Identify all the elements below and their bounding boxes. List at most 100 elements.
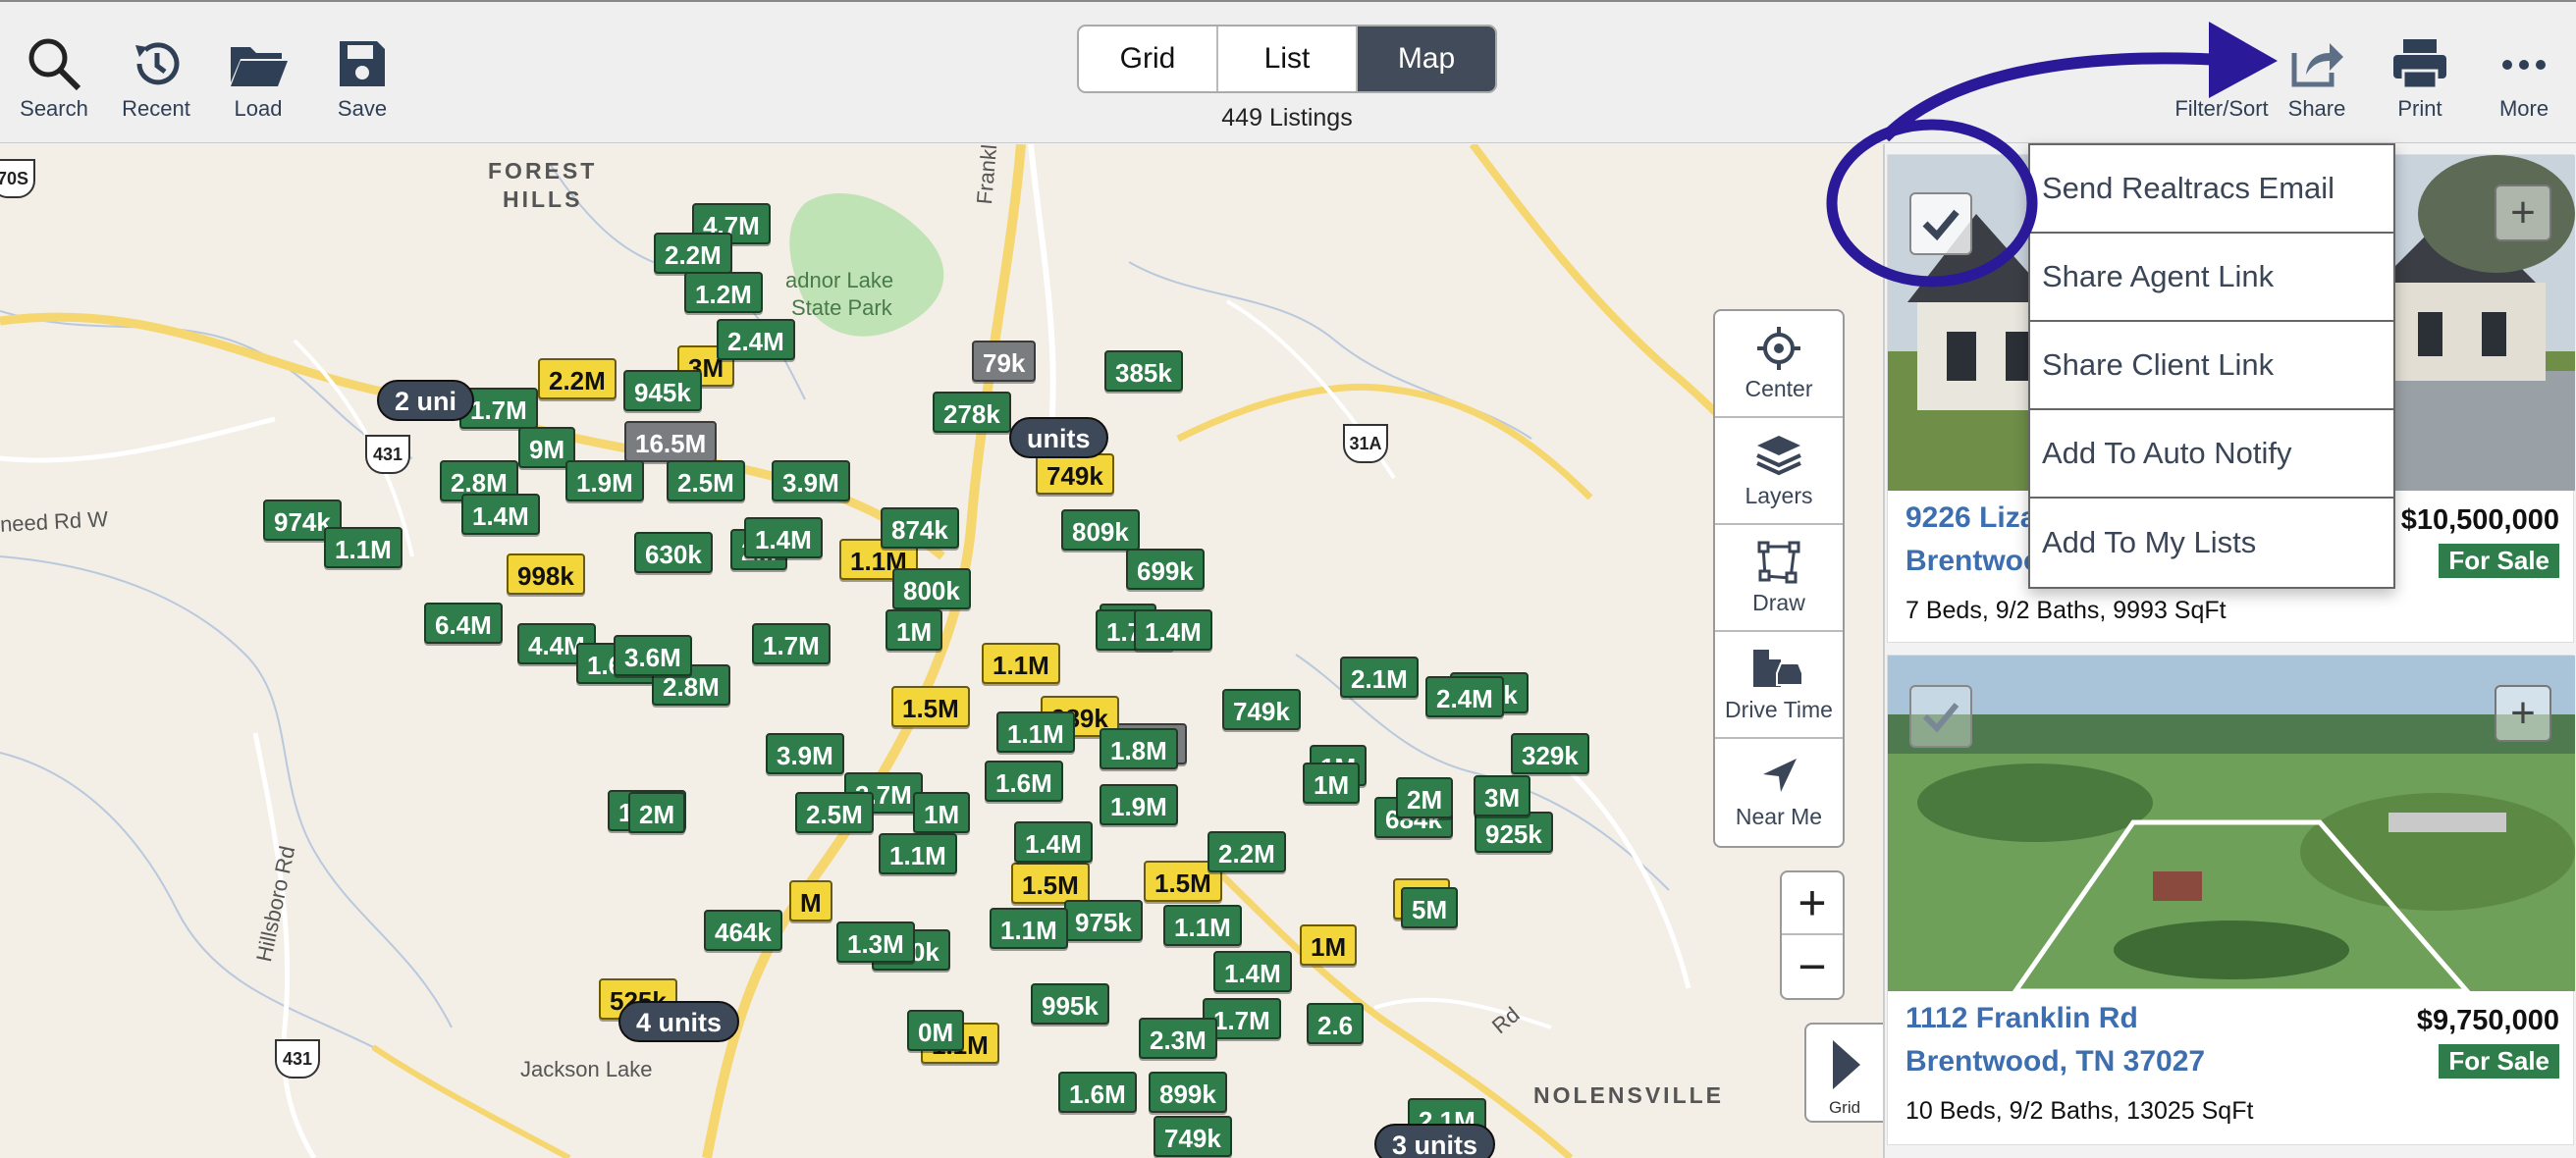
price-marker[interactable]: 1.1M: [1163, 905, 1242, 946]
listing-card[interactable]: + 1112 Franklin Rd Brentwood, TN 37027 $…: [1887, 655, 2575, 1145]
price-marker[interactable]: 1.5M: [1011, 863, 1090, 904]
select-checkbox[interactable]: [1909, 192, 1972, 255]
price-marker[interactable]: 2.6: [1307, 1003, 1365, 1044]
map-canvas[interactable]: FOREST HILLS NOLENSVILLE adnor Lake Stat…: [0, 144, 1883, 1158]
price-marker[interactable]: 2.2M: [1208, 831, 1286, 872]
listing-address-line1[interactable]: 9226 Liza: [1905, 497, 2036, 540]
price-marker[interactable]: 749k: [1154, 1116, 1232, 1157]
price-marker[interactable]: 2.2M: [654, 233, 732, 274]
layers-button[interactable]: Layers: [1715, 418, 1843, 525]
draw-button[interactable]: Draw: [1715, 525, 1843, 632]
cluster-units-pill[interactable]: units: [1009, 417, 1108, 458]
price-marker[interactable]: 1.3M: [836, 921, 915, 963]
price-marker[interactable]: 2.3M: [1139, 1018, 1217, 1059]
price-marker[interactable]: 998k: [507, 553, 585, 595]
price-marker[interactable]: 995k: [1031, 983, 1109, 1025]
price-marker[interactable]: 749k: [1222, 689, 1301, 730]
price-marker[interactable]: 3M: [1474, 775, 1531, 816]
cluster-units-pill[interactable]: 3 units: [1374, 1124, 1496, 1158]
price-marker[interactable]: 925k: [1475, 812, 1553, 853]
price-marker[interactable]: 1.6M: [1058, 1072, 1137, 1113]
price-marker[interactable]: 1.4M: [1213, 951, 1292, 992]
price-marker[interactable]: 1.6M: [985, 761, 1063, 802]
price-marker[interactable]: 1M: [1303, 763, 1361, 804]
select-checkbox[interactable]: [1909, 685, 1972, 748]
price-marker[interactable]: 2.1M: [1340, 657, 1419, 698]
menu-item-share-client-link[interactable]: Share Client Link: [2030, 322, 2393, 410]
price-marker[interactable]: 1.7M: [752, 623, 831, 664]
price-marker[interactable]: 1.1M: [996, 711, 1075, 753]
grid-panel-toggle[interactable]: Grid: [1804, 1023, 1883, 1123]
price-marker[interactable]: 1.5M: [891, 686, 970, 727]
price-marker[interactable]: 3.6M: [614, 635, 692, 676]
tab-grid[interactable]: Grid: [1079, 26, 1218, 91]
search-button[interactable]: Search: [0, 29, 108, 128]
menu-item-my-lists[interactable]: Add To My Lists: [2030, 499, 2393, 587]
menu-item-share-agent-link[interactable]: Share Agent Link: [2030, 234, 2393, 322]
price-marker[interactable]: 1.1M: [990, 908, 1068, 949]
drive-time-button[interactable]: Drive Time: [1715, 632, 1843, 739]
price-marker[interactable]: 3.9M: [772, 460, 850, 501]
price-marker[interactable]: 2.4M: [717, 319, 795, 360]
load-button[interactable]: Load: [204, 29, 312, 128]
price-marker[interactable]: 874k: [881, 507, 959, 549]
price-marker[interactable]: 1.9M: [1100, 784, 1178, 825]
price-marker[interactable]: 2.5M: [795, 792, 874, 833]
center-button[interactable]: Center: [1715, 311, 1843, 418]
price-marker[interactable]: 749k: [1036, 453, 1114, 495]
price-marker[interactable]: 2M: [628, 792, 686, 833]
listing-address-line2[interactable]: Brentwoo: [1905, 540, 2041, 583]
cluster-units-pill[interactable]: 4 units: [618, 1001, 740, 1042]
price-marker[interactable]: 1M: [886, 609, 943, 651]
listing-address-line2[interactable]: Brentwood, TN 37027: [1905, 1040, 2205, 1083]
price-marker[interactable]: 1.8M: [1100, 728, 1178, 769]
price-marker[interactable]: 79k: [972, 341, 1037, 382]
price-marker[interactable]: 800k: [892, 568, 971, 609]
price-marker[interactable]: 5M: [1401, 887, 1459, 928]
tab-map[interactable]: Map: [1358, 26, 1495, 91]
price-marker[interactable]: 329k: [1511, 733, 1589, 774]
price-marker[interactable]: 1.1M: [324, 527, 402, 568]
menu-item-auto-notify[interactable]: Add To Auto Notify: [2030, 410, 2393, 499]
price-marker[interactable]: 385k: [1104, 350, 1183, 392]
price-marker[interactable]: 1.2M: [684, 272, 763, 313]
tab-list[interactable]: List: [1218, 26, 1358, 91]
price-marker[interactable]: 630k: [634, 532, 713, 573]
price-marker[interactable]: 1.4M: [1014, 821, 1093, 863]
recent-button[interactable]: Recent: [102, 29, 210, 128]
listing-address-line1[interactable]: 1112 Franklin Rd: [1905, 997, 2138, 1040]
price-marker[interactable]: 975k: [1064, 900, 1143, 941]
add-to-list-button[interactable]: +: [2495, 184, 2551, 241]
zoom-in-button[interactable]: +: [1782, 872, 1843, 935]
save-button[interactable]: Save: [308, 29, 416, 128]
price-marker[interactable]: 2.5M: [667, 460, 745, 501]
add-to-list-button[interactable]: +: [2495, 685, 2551, 742]
price-marker[interactable]: 0M: [907, 1010, 965, 1051]
price-marker[interactable]: 2M: [1396, 777, 1454, 818]
more-button[interactable]: More: [2470, 29, 2576, 128]
print-button[interactable]: Print: [2366, 29, 2474, 128]
price-marker[interactable]: 1.1M: [982, 643, 1060, 684]
price-marker[interactable]: 899k: [1149, 1072, 1227, 1113]
zoom-out-button[interactable]: −: [1782, 935, 1843, 998]
price-marker[interactable]: 1.4M: [744, 517, 823, 558]
price-marker[interactable]: 16.5M: [624, 421, 718, 462]
price-marker[interactable]: 809k: [1061, 509, 1140, 551]
price-marker[interactable]: 3.9M: [766, 733, 844, 774]
share-button[interactable]: Share: [2263, 29, 2371, 128]
price-marker[interactable]: 945k: [623, 370, 702, 411]
price-marker[interactable]: 464k: [704, 910, 782, 951]
price-marker[interactable]: 278k: [933, 392, 1011, 433]
cluster-units-pill[interactable]: 2 uni: [377, 380, 475, 421]
price-marker[interactable]: 1M: [1300, 924, 1358, 966]
menu-item-send-email[interactable]: Send Realtracs Email: [2030, 145, 2393, 234]
price-marker[interactable]: 2.2M: [538, 358, 617, 399]
price-marker[interactable]: 1M: [913, 792, 971, 833]
price-marker[interactable]: 6.4M: [424, 603, 503, 644]
price-marker[interactable]: 2.4M: [1425, 676, 1504, 717]
price-marker[interactable]: M: [789, 880, 832, 921]
price-marker[interactable]: 1.4M: [1134, 609, 1212, 651]
near-me-button[interactable]: Near Me: [1715, 739, 1843, 846]
price-marker[interactable]: 1.9M: [565, 460, 644, 501]
price-marker[interactable]: 699k: [1126, 549, 1205, 590]
